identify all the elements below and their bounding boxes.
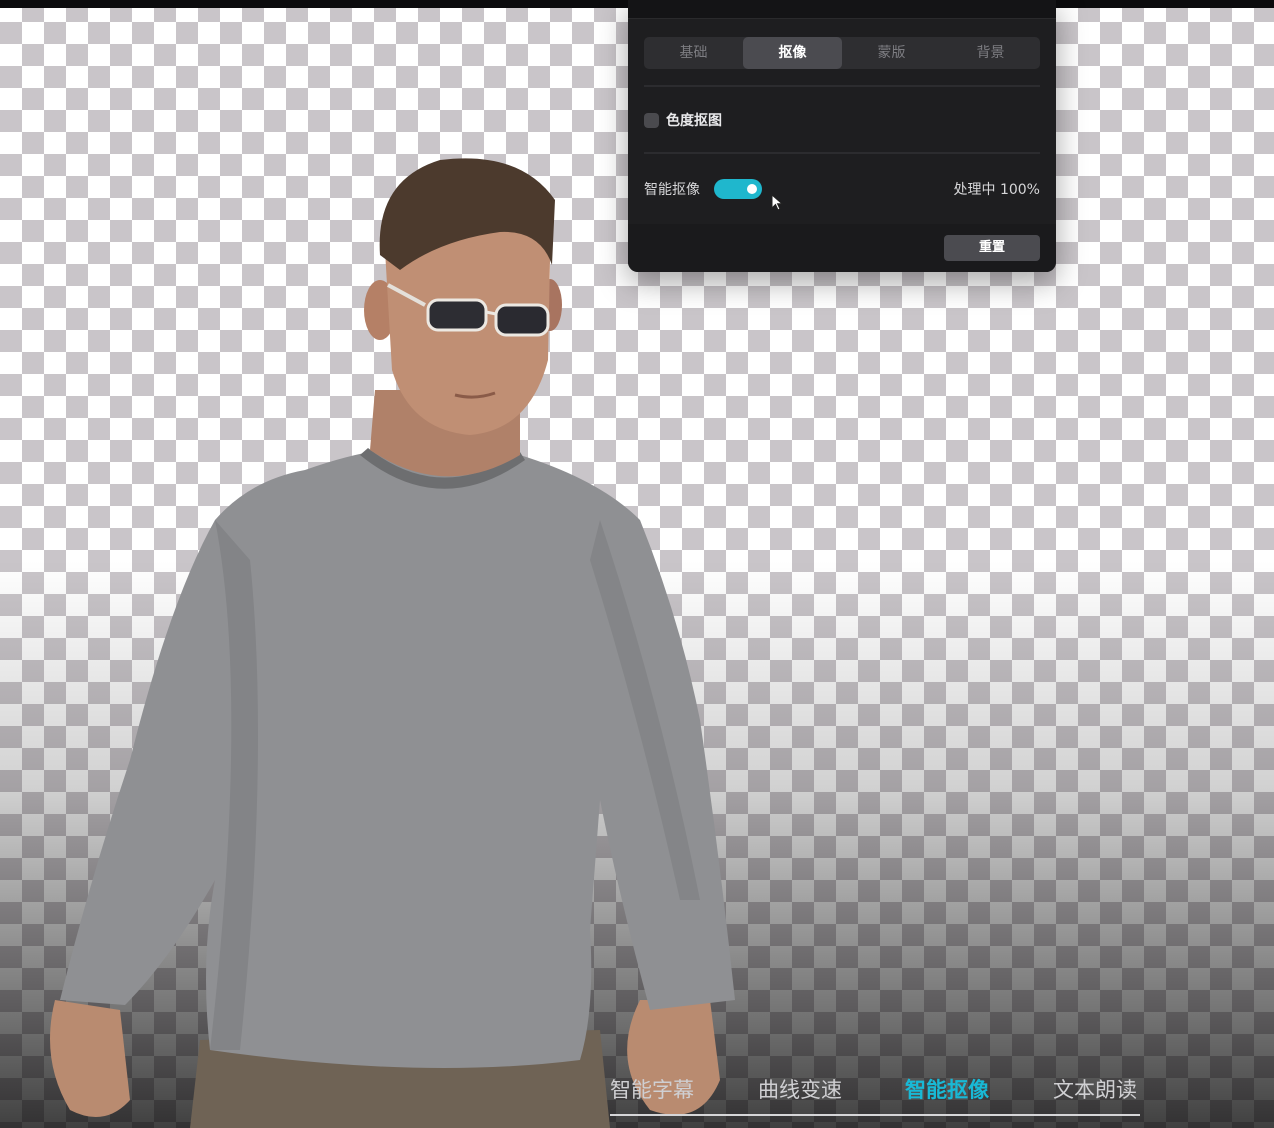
nav-item-smart-subtitles[interactable]: 智能字幕 <box>610 1074 694 1104</box>
person-shirt <box>60 447 735 1068</box>
tab-basic[interactable]: 基础 <box>644 37 743 69</box>
panel-footer: 重置 <box>628 224 1056 272</box>
chroma-key-row: 色度抠图 <box>644 108 722 132</box>
nav-item-curve-speed[interactable]: 曲线变速 <box>758 1074 842 1104</box>
mouse-cursor-icon <box>771 194 784 211</box>
smart-cutout-toggle[interactable] <box>714 179 762 199</box>
tab-mask[interactable]: 蒙版 <box>842 37 941 69</box>
feature-nav: 智能字幕 曲线变速 智能抠像 文本朗读 <box>610 1070 1140 1116</box>
cutout-settings-panel: 基础 抠像 蒙版 背景 色度抠图 智能抠像 处理中 100% 重置 <box>628 0 1056 272</box>
panel-title-bar <box>628 0 1056 19</box>
chroma-key-label: 色度抠图 <box>666 113 722 129</box>
nav-item-smart-cutout[interactable]: 智能抠像 <box>905 1074 989 1104</box>
processing-status: 处理中 100% <box>953 182 1040 198</box>
nav-underline <box>610 1114 1140 1116</box>
panel-divider <box>644 152 1040 154</box>
nav-item-text-to-speech[interactable]: 文本朗读 <box>1053 1074 1137 1104</box>
person-left-hand <box>50 1000 130 1118</box>
panel-tab-bar: 基础 抠像 蒙版 背景 <box>644 37 1040 69</box>
reset-button[interactable]: 重置 <box>944 235 1040 261</box>
toggle-knob <box>747 184 757 194</box>
tab-background[interactable]: 背景 <box>941 37 1040 69</box>
smart-cutout-label: 智能抠像 <box>644 182 700 198</box>
chroma-key-checkbox[interactable] <box>644 112 659 128</box>
panel-divider <box>644 85 1040 87</box>
tab-cutout[interactable]: 抠像 <box>743 37 842 69</box>
smart-cutout-row: 智能抠像 处理中 100% <box>644 176 1040 211</box>
